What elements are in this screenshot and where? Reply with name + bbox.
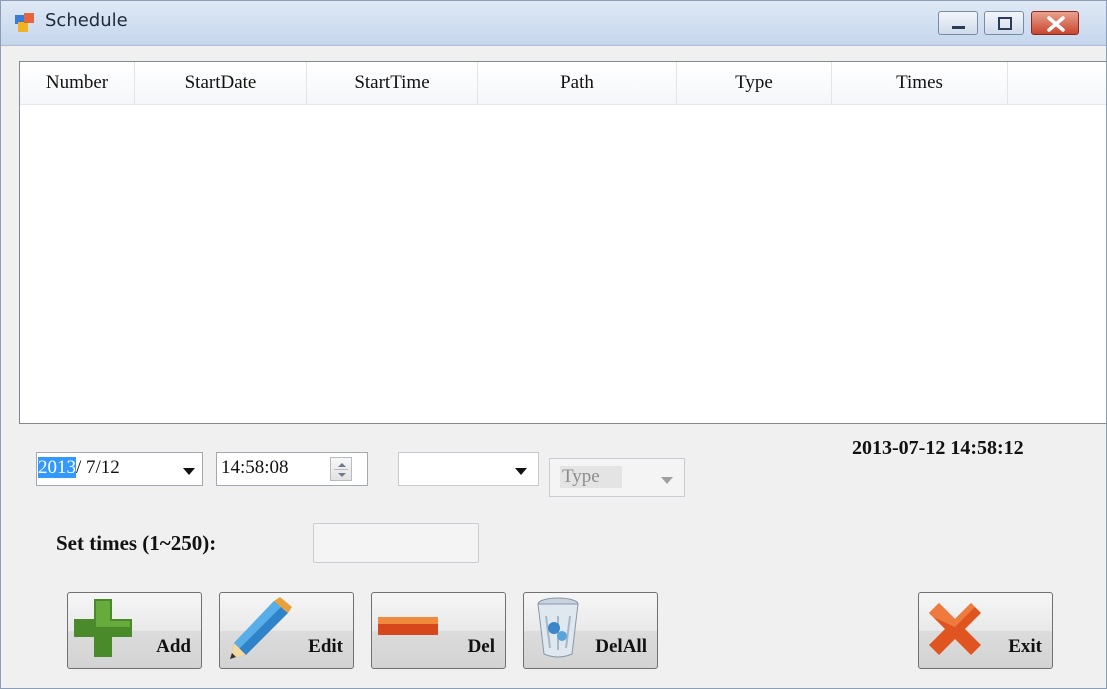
schedule-window: Schedule Number StartDate StartTime Path…	[0, 0, 1107, 689]
column-header-startdate[interactable]: StartDate	[135, 62, 307, 104]
time-picker[interactable]: 14:58:08	[216, 452, 368, 486]
maximize-icon	[998, 17, 1012, 30]
type-combo[interactable]: Type	[549, 458, 685, 497]
date-picker[interactable]: 2013/ 7/12	[36, 452, 203, 486]
column-header-number[interactable]: Number	[20, 62, 135, 104]
del-button-label: Del	[467, 636, 495, 657]
column-header-times[interactable]: Times	[832, 62, 1008, 104]
path-combo[interactable]	[398, 452, 539, 486]
close-icon	[1047, 16, 1065, 32]
column-header-type[interactable]: Type	[677, 62, 832, 104]
recycle-bin-icon	[537, 597, 579, 658]
edit-button-label: Edit	[308, 636, 343, 657]
pencil-icon	[230, 597, 292, 659]
add-button-label: Add	[156, 636, 191, 657]
delall-button-label: DelAll	[595, 636, 647, 657]
del-button[interactable]: Del	[371, 592, 506, 669]
title-bar[interactable]: Schedule	[1, 1, 1106, 46]
exit-button-label: Exit	[1008, 636, 1042, 657]
column-header-path[interactable]: Path	[478, 62, 677, 104]
time-value: 14:58:08	[221, 457, 289, 478]
column-header-starttime[interactable]: StartTime	[307, 62, 478, 104]
minus-icon	[378, 617, 438, 635]
type-placeholder: Type	[560, 466, 622, 488]
app-window-icon	[15, 13, 34, 32]
chevron-down-icon[interactable]	[661, 477, 673, 484]
date-day-segment[interactable]: / 7/12	[76, 457, 120, 478]
edit-button[interactable]: Edit	[219, 592, 354, 669]
time-spinner[interactable]	[330, 457, 352, 481]
list-header: Number StartDate StartTime Path Type Tim…	[20, 62, 1106, 105]
close-button[interactable]	[1031, 11, 1079, 35]
set-times-label: Set times (1~250):	[56, 531, 217, 555]
minimize-icon	[952, 26, 965, 29]
chevron-down-icon[interactable]	[515, 468, 527, 475]
plus-icon	[74, 599, 132, 657]
schedule-list[interactable]: Number StartDate StartTime Path Type Tim…	[19, 61, 1106, 424]
maximize-button[interactable]	[984, 11, 1024, 35]
delall-button[interactable]: DelAll	[523, 592, 658, 669]
add-button[interactable]: Add	[67, 592, 202, 669]
date-year-segment[interactable]: 2013	[38, 457, 76, 478]
chevron-down-icon[interactable]	[183, 468, 195, 475]
exit-button[interactable]: Exit	[918, 592, 1053, 669]
minimize-button[interactable]	[938, 11, 978, 35]
spinner-arrows-icon	[338, 463, 346, 477]
set-times-input[interactable]	[313, 523, 479, 563]
x-icon	[929, 603, 981, 655]
current-datetime: 2013-07-12 14:58:12	[852, 437, 1024, 459]
window-title: Schedule	[45, 10, 128, 31]
